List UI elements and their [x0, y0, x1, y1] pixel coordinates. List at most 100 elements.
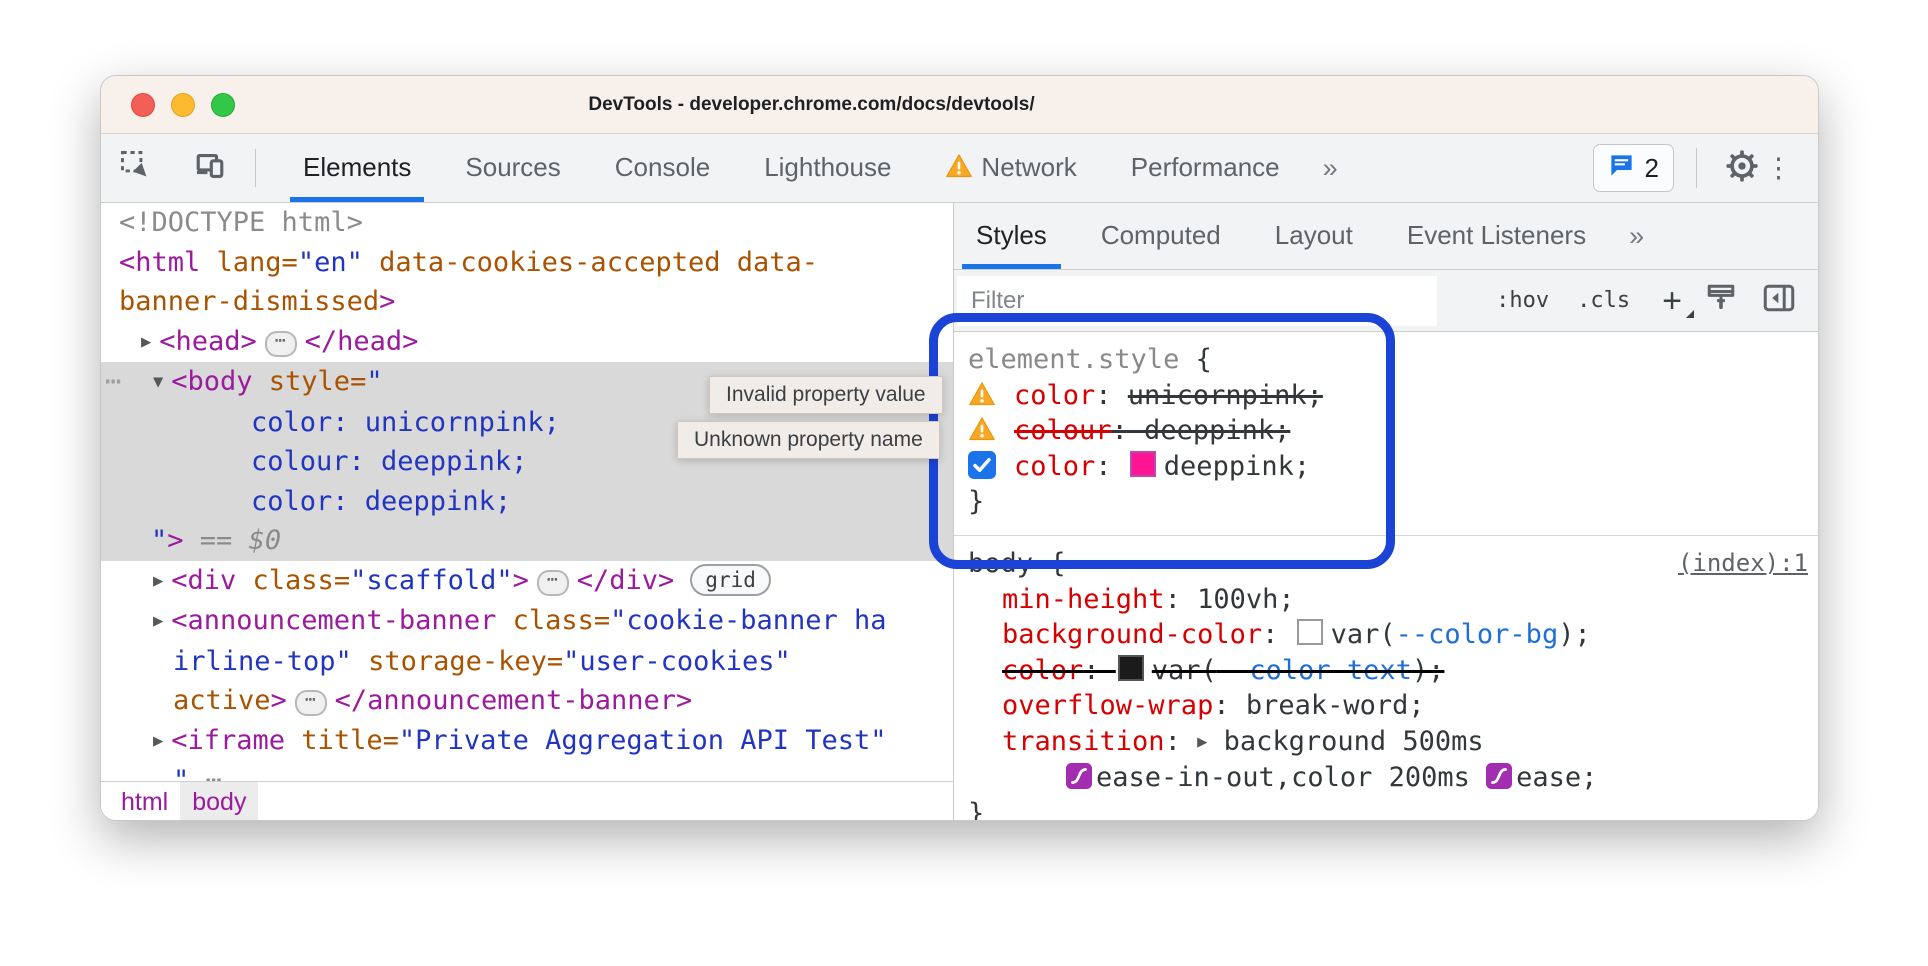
expand-children-button[interactable]: ⋯	[295, 690, 327, 716]
code-token: lang=	[200, 247, 298, 278]
code-token: color: unicornpink;	[251, 407, 560, 438]
more-sidebar-tabs-button[interactable]: »	[1613, 221, 1662, 252]
style-declaration[interactable]: color: unicornpink;	[954, 378, 1818, 414]
dom-tree-row[interactable]: active>⋯</announcement-banner>	[101, 681, 953, 721]
dom-tree-row[interactable]: color: deeppink;	[101, 482, 953, 522]
body-style-rule: body {(index):1min-height: 100vh;backgro…	[954, 536, 1818, 821]
code-token: :	[1165, 726, 1198, 757]
expand-children-button[interactable]: ⋯	[537, 570, 569, 596]
style-declaration[interactable]: colour: deeppink;	[954, 413, 1818, 449]
tab-performance[interactable]: Performance	[1104, 134, 1307, 202]
tab-event-listeners[interactable]: Event Listeners	[1393, 203, 1600, 269]
style-declaration[interactable]: }	[954, 796, 1818, 821]
toggle-device-toolbar-button[interactable]	[187, 145, 233, 191]
device-toolbar-icon	[193, 149, 227, 188]
dom-tree-row[interactable]: ▶<announcement-banner class="cookie-bann…	[101, 601, 953, 642]
code-token: ▶	[153, 731, 163, 751]
tab-styles[interactable]: Styles	[962, 203, 1061, 269]
elements-panel: <!DOCTYPE html><html lang="en" data-cook…	[101, 203, 953, 821]
main-menu-button[interactable]: ⋮	[1765, 153, 1792, 184]
issues-count: 2	[1645, 153, 1659, 184]
style-declaration[interactable]: ease-in-out,color 200ms ease;	[954, 760, 1818, 796]
code-token: class=	[496, 605, 610, 636]
dom-tree-row[interactable]: ▶<div class="scaffold">⋯</div>grid	[101, 561, 953, 602]
code-token: ⋯	[189, 765, 238, 781]
gear-icon	[1725, 149, 1759, 188]
dom-tree-row[interactable]: irline-top" storage-key="user-cookies"	[101, 642, 953, 682]
color-swatch[interactable]	[1130, 451, 1156, 477]
grid-badge[interactable]: grid	[690, 564, 771, 596]
more-tabs-button[interactable]: »	[1307, 153, 1356, 184]
code-token: transition	[1002, 726, 1165, 757]
color-swatch[interactable]	[1118, 655, 1144, 681]
tab-console[interactable]: Console	[588, 134, 737, 202]
dom-tree-row[interactable]: banner-dismissed>	[101, 282, 953, 322]
declaration-checkbox[interactable]	[968, 451, 996, 479]
tab-computed[interactable]: Computed	[1087, 203, 1235, 269]
code-token: color	[1002, 655, 1083, 686]
toggle-sidebar-panel-button[interactable]	[1762, 284, 1796, 318]
code-token: : break-word;	[1213, 690, 1424, 721]
code-token: irline-top"	[173, 646, 352, 677]
styles-filter-bar: :hov .cls +	[954, 270, 1818, 332]
code-token: min-height	[1002, 584, 1165, 615]
breadcrumb-item-body[interactable]: body	[180, 782, 258, 821]
style-declaration[interactable]: overflow-wrap: break-word;	[954, 688, 1818, 724]
dom-tree-row[interactable]: ▶<iframe title="Private Aggregation API …	[101, 721, 953, 762]
code-token: ▶	[153, 611, 163, 631]
dom-tree-row[interactable]: <!DOCTYPE html>	[101, 203, 953, 243]
style-declaration[interactable]: color: deeppink;	[954, 449, 1818, 485]
tab-elements[interactable]: Elements	[276, 134, 438, 202]
expand-children-button[interactable]: ⋯	[265, 331, 297, 357]
code-token: element.style	[968, 344, 1179, 375]
toggle-hover-state-button[interactable]: :hov	[1496, 288, 1549, 313]
code-token: "scaffold"	[350, 565, 513, 596]
style-declaration[interactable]: min-height: 100vh;	[954, 582, 1818, 618]
toggle-class-button[interactable]: .cls	[1577, 288, 1630, 313]
code-token: storage-key=	[352, 646, 563, 677]
element-style-rule: element.style {color: unicornpink;colour…	[954, 332, 1818, 536]
bezier-icon[interactable]	[1066, 763, 1092, 789]
code-token: colour	[1014, 415, 1112, 446]
code-token: : 100vh;	[1165, 584, 1295, 615]
style-declaration[interactable]: background-color: var(--color-bg);	[954, 617, 1818, 653]
dom-tree-row[interactable]: " ⋯	[101, 761, 953, 781]
message-icon	[1608, 152, 1635, 184]
style-editor-button[interactable]	[1704, 284, 1738, 318]
new-style-rule-button[interactable]: +	[1662, 286, 1682, 316]
code-token: </head>	[305, 326, 419, 357]
warning-icon	[968, 380, 996, 408]
dom-tree-row[interactable]: ▶<head>⋯</head>	[101, 322, 953, 363]
code-token: ▶	[153, 571, 163, 591]
tab-sources[interactable]: Sources	[438, 134, 587, 202]
style-declaration[interactable]: transition: ▶ background 500ms	[954, 724, 1818, 761]
tab-layout[interactable]: Layout	[1261, 203, 1367, 269]
code-token: var(	[1152, 655, 1217, 686]
tab-lighthouse[interactable]: Lighthouse	[737, 134, 918, 202]
code-token: "	[366, 366, 382, 397]
code-token: >	[167, 525, 183, 556]
code-token: <body	[171, 366, 252, 397]
style-declaration[interactable]: }	[954, 484, 1818, 520]
breadcrumb-item-html[interactable]: html	[109, 782, 180, 821]
title-bar: DevTools - developer.chrome.com/docs/dev…	[101, 76, 1818, 134]
bezier-icon[interactable]	[1486, 763, 1512, 789]
code-token: var(	[1331, 619, 1396, 650]
style-declaration[interactable]: color: var(--color-text);	[954, 653, 1818, 689]
color-swatch[interactable]	[1297, 619, 1323, 645]
filter-input[interactable]	[957, 276, 1437, 326]
inspect-element-button[interactable]	[113, 145, 159, 191]
settings-button[interactable]	[1719, 145, 1765, 191]
inspect-icon	[120, 150, 152, 187]
code-token: "cookie-banner ha	[610, 605, 886, 636]
issues-counter-button[interactable]: 2	[1593, 144, 1674, 192]
code-token: );	[1558, 619, 1591, 650]
code-token: $0	[249, 525, 282, 556]
code-token: data-cookies-accepted data-	[363, 247, 818, 278]
style-declaration[interactable]: body {(index):1	[954, 546, 1818, 582]
dom-tree-row[interactable]: <html lang="en" data-cookies-accepted da…	[101, 243, 953, 283]
dom-tree-row[interactable]: "> == $0	[101, 521, 953, 561]
code-token: overflow-wrap	[1002, 690, 1213, 721]
tab-network[interactable]: Network	[918, 134, 1103, 202]
style-declaration[interactable]: element.style {	[954, 342, 1818, 378]
